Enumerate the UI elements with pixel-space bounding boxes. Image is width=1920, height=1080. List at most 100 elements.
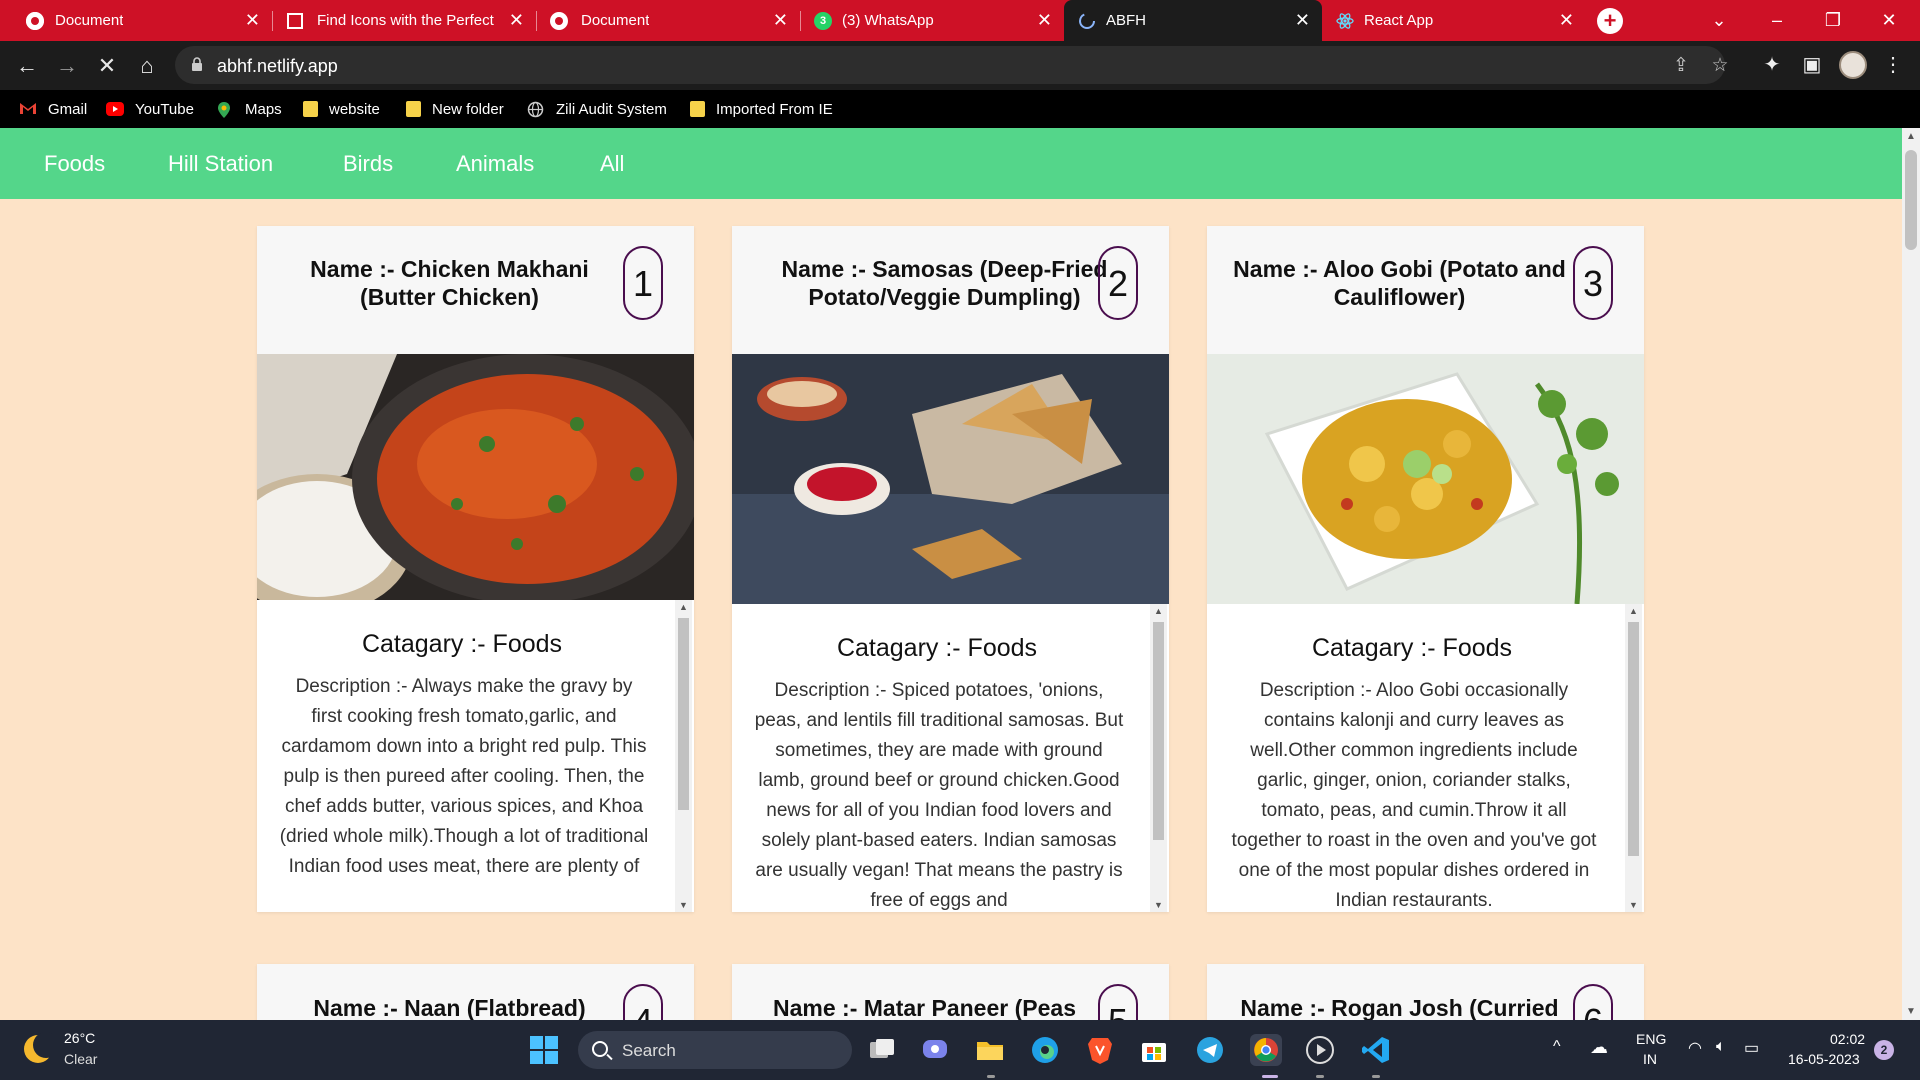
card-category: Catagary :- Foods	[836, 634, 1038, 662]
volume-icon[interactable]: 🔈︎	[1716, 1038, 1726, 1056]
vscode-icon[interactable]	[1360, 1034, 1392, 1066]
tab-title: Find Icons with the Perfect Look & Feel	[317, 12, 495, 29]
bookmark-label: Imported From IE	[716, 100, 833, 118]
taskbar-search-input[interactable]: Search	[578, 1031, 852, 1069]
bookmark-imported-from-ie[interactable]: Imported From IE	[690, 99, 833, 119]
brave-browser-icon[interactable]	[1084, 1034, 1116, 1066]
nav-link-foods[interactable]: Foods	[44, 151, 105, 177]
food-image-chicken-makhani	[257, 354, 694, 600]
bookmark-gmail[interactable]: Gmail	[19, 99, 87, 119]
input-language[interactable]: ENG	[1636, 1031, 1666, 1047]
teams-chat-icon[interactable]	[919, 1034, 951, 1066]
close-icon[interactable]: ✕	[1037, 9, 1052, 31]
food-card: Name :- Rogan Josh (Curried 6	[1207, 964, 1644, 1020]
category-navbar: Foods Hill Station Birds Animals All	[0, 128, 1902, 199]
tab-search-button[interactable]: ⌄	[1694, 0, 1744, 41]
close-icon[interactable]: ✕	[245, 9, 260, 31]
tab-abfh[interactable]: ABFH ✕	[1064, 0, 1322, 41]
nav-link-animals[interactable]: Animals	[456, 151, 534, 177]
close-icon[interactable]: ✕	[509, 9, 524, 31]
battery-icon[interactable]: ▭	[1744, 1038, 1759, 1058]
tab-document-2[interactable]: Document ✕	[536, 0, 800, 41]
folder-icon	[406, 101, 421, 117]
chrome-taskbar-icon[interactable]	[1250, 1034, 1282, 1066]
card-title: Name :- Chicken Makhani (Butter Chicken)	[310, 256, 589, 310]
card-body: Catagary :- Foods Description :- Aloo Go…	[1207, 604, 1644, 912]
weather-temperature[interactable]: 26°C	[64, 1030, 95, 1046]
bookmark-label: New folder	[432, 100, 504, 118]
card-description: Description :- Always make the gravy by …	[279, 676, 649, 877]
page-scrollbar[interactable]: ▲ ▼	[1902, 128, 1920, 1020]
restore-button[interactable]: ❐	[1808, 0, 1858, 41]
menu-kebab-icon[interactable]: ⋮	[1878, 50, 1908, 80]
home-button[interactable]: ⌂	[130, 49, 164, 83]
onedrive-cloud-icon[interactable]: ☁	[1590, 1037, 1608, 1058]
show-hidden-icons-chevron-icon[interactable]: ^	[1553, 1038, 1561, 1056]
extensions-icon[interactable]: ✦	[1757, 50, 1787, 80]
tab-document-1[interactable]: Document ✕	[0, 0, 272, 41]
telegram-icon[interactable]	[1194, 1034, 1226, 1066]
close-icon[interactable]: ✕	[1295, 9, 1310, 31]
windows-start-icon[interactable]	[528, 1034, 560, 1066]
card-header: Name :- Aloo Gobi (Potato and Cauliflowe…	[1207, 226, 1644, 354]
file-explorer-icon[interactable]	[974, 1034, 1006, 1066]
tab-react-app[interactable]: React App ✕	[1322, 0, 1586, 41]
nav-link-hill-station[interactable]: Hill Station	[168, 151, 273, 177]
weather-condition[interactable]: Clear	[64, 1051, 97, 1067]
new-tab-button[interactable]: +	[1597, 8, 1623, 34]
tab-title: React App	[1364, 12, 1434, 29]
bookmark-maps[interactable]: Maps	[216, 99, 282, 119]
food-card: Name :- Naan (Flatbread) 4	[257, 964, 694, 1020]
nav-link-all[interactable]: All	[600, 151, 624, 177]
description-scrollbar[interactable]: ▲ ▼	[675, 600, 692, 912]
wifi-icon[interactable]: ◠	[1688, 1038, 1702, 1058]
description-scrollbar[interactable]: ▲ ▼	[1150, 604, 1167, 912]
share-icon[interactable]: ⇪	[1668, 53, 1694, 79]
browser-toolbar: ← → ✕ ⌂ abhf.netlify.app ⇪ ☆ ✦ ▣ ⋮	[0, 41, 1920, 90]
folder-icon	[690, 101, 705, 117]
search-placeholder: Search	[622, 1041, 676, 1060]
running-indicator	[1262, 1075, 1278, 1078]
tab-find-icons[interactable]: Find Icons with the Perfect Look & Feel …	[272, 0, 536, 41]
stop-loading-button[interactable]: ✕	[90, 49, 124, 83]
forward-button[interactable]: →	[50, 49, 84, 83]
clock-date[interactable]: 16-05-2023	[1788, 1051, 1860, 1067]
input-region[interactable]: IN	[1643, 1051, 1657, 1067]
maps-icon	[216, 101, 234, 118]
close-icon[interactable]: ✕	[773, 9, 788, 31]
bookmark-label: website	[329, 100, 380, 118]
card-body: Catagary :- Foods Description :- Always …	[257, 600, 694, 912]
bookmark-website[interactable]: website	[303, 99, 380, 119]
react-icon	[1336, 12, 1354, 30]
card-title: Name :- Rogan Josh (Curried	[1240, 995, 1559, 1020]
bookmark-star-icon[interactable]: ☆	[1707, 53, 1733, 79]
running-indicator	[1372, 1075, 1380, 1078]
side-panel-icon[interactable]: ▣	[1797, 50, 1827, 80]
running-indicator	[1316, 1075, 1324, 1078]
back-button[interactable]: ←	[10, 49, 44, 83]
address-bar[interactable]: abhf.netlify.app ⇪ ☆	[175, 46, 1729, 84]
notification-badge[interactable]: 2	[1874, 1040, 1894, 1060]
card-title: Name :- Matar Paneer (Peas	[773, 995, 1076, 1020]
close-icon[interactable]: ✕	[1559, 9, 1574, 31]
minimize-button[interactable]: –	[1752, 0, 1802, 41]
edge-browser-icon[interactable]	[1029, 1034, 1061, 1066]
task-view-icon[interactable]	[866, 1034, 898, 1066]
card-header: Name :- Naan (Flatbread) 4	[257, 964, 694, 1020]
food-card: Name :- Matar Paneer (Peas 5	[732, 964, 1169, 1020]
close-window-button[interactable]: ✕	[1864, 0, 1914, 41]
card-body: Catagary :- Foods Description :- Spiced …	[732, 604, 1169, 912]
loading-icon	[1078, 12, 1096, 30]
bookmark-new-folder[interactable]: New folder	[406, 99, 504, 119]
avatar[interactable]	[1839, 51, 1867, 79]
media-player-icon[interactable]	[1304, 1034, 1336, 1066]
microsoft-store-icon[interactable]	[1138, 1034, 1170, 1066]
bookmark-zili-audit[interactable]: Zili Audit System	[527, 99, 667, 119]
bookmark-youtube[interactable]: YouTube	[106, 99, 194, 119]
tab-whatsapp[interactable]: 3 (3) WhatsApp ✕	[800, 0, 1064, 41]
search-icon	[592, 1041, 608, 1057]
weather-moon-icon[interactable]	[24, 1032, 59, 1063]
clock-time[interactable]: 02:02	[1830, 1031, 1865, 1047]
nav-link-birds[interactable]: Birds	[343, 151, 393, 177]
description-scrollbar[interactable]: ▲ ▼	[1625, 604, 1642, 912]
